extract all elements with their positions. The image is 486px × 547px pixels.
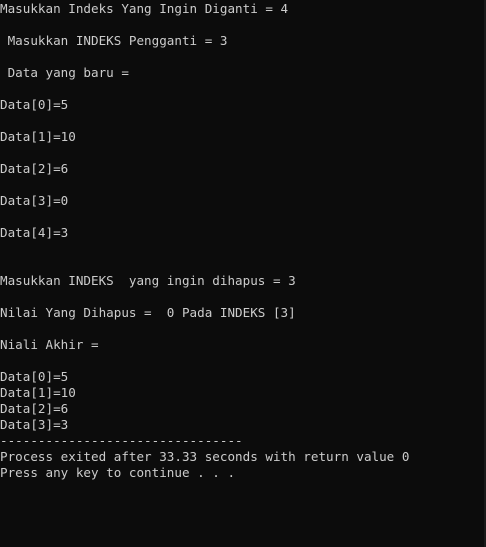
console-line-data-1: Data[1]=10 [0, 129, 76, 144]
console-line-new-data-heading: Data yang baru = [0, 65, 129, 80]
console-line-final-data-3: Data[3]=3 [0, 417, 69, 432]
console-line-press-any-key: Press any key to continue . . . [0, 465, 236, 480]
console-line-process-exited: Process exited after 33.33 seconds with … [0, 449, 410, 464]
console-line-final-data-1: Data[1]=10 [0, 385, 76, 400]
console-line-replacement-index: Masukkan INDEKS Pengganti = 3 [0, 33, 228, 48]
console-line-data-3: Data[3]=0 [0, 193, 69, 208]
console-line-data-0: Data[0]=5 [0, 97, 69, 112]
console-line-deleted-value: Nilai Yang Dihapus = 0 Pada INDEKS [3] [0, 305, 296, 320]
console-line-final-data-2: Data[2]=6 [0, 401, 69, 416]
console-window[interactable]: Masukkan Indeks Yang Ingin Diganti = 4 M… [0, 0, 486, 547]
console-line-prompt-index: Masukkan Indeks Yang Ingin Diganti = 4 [0, 1, 289, 16]
console-line-data-4: Data[4]=3 [0, 225, 69, 240]
console-line-final-data-0: Data[0]=5 [0, 369, 69, 384]
console-line-data-2: Data[2]=6 [0, 161, 69, 176]
console-line-final-heading: Niali Akhir = [0, 337, 99, 352]
console-line-separator: -------------------------------- [0, 433, 243, 448]
console-line-delete-index-prompt: Masukkan INDEKS yang ingin dihapus = 3 [0, 273, 296, 288]
